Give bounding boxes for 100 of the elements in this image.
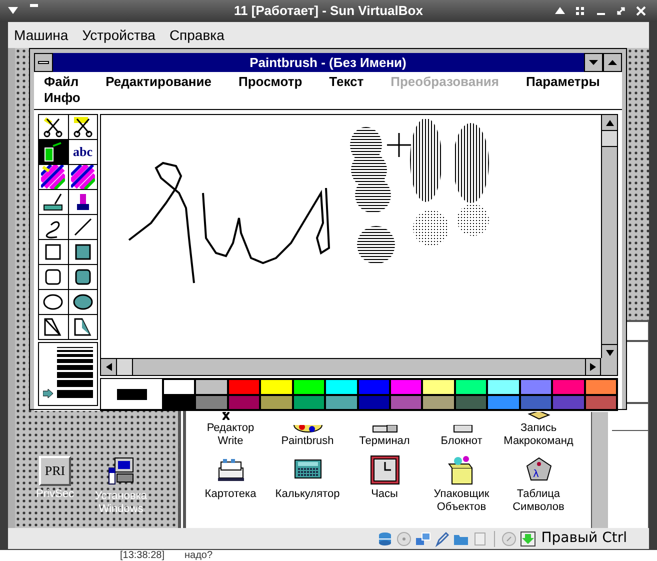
color-swatch[interactable] [487,379,520,394]
menu-item[interactable]: Инфо [44,90,80,106]
color-swatch[interactable] [520,379,552,394]
program-label[interactable]: Запись Макрокоманд [504,422,574,448]
tool-button[interactable]: abc [68,140,97,164]
tool-button[interactable] [39,315,68,339]
tool-button[interactable] [39,165,68,189]
menu-item[interactable]: Параметры [526,74,600,90]
close-icon[interactable] [636,6,646,16]
color-swatch[interactable] [195,394,228,410]
line-width-option[interactable] [43,389,93,398]
menu-item[interactable]: Текст [329,74,364,90]
horizontal-scrollbar[interactable] [101,358,601,375]
menu-item[interactable]: Файл [44,74,79,90]
chat-text: [13:38:28] [120,550,164,561]
color-swatch[interactable] [422,379,455,394]
tool-button[interactable] [39,290,68,314]
program-label[interactable]: Часы [350,488,420,501]
color-swatch[interactable] [325,379,358,394]
color-swatch[interactable] [390,394,422,410]
tool-button[interactable] [68,290,97,314]
eraser-tool-icon [70,165,95,189]
color-swatch[interactable] [358,379,390,394]
paint-program-icon[interactable] [292,425,324,433]
menu-item[interactable]: Редактирование [106,74,212,90]
down-arrow-icon [606,350,614,356]
scroll-right-button[interactable] [585,359,601,375]
tool-button[interactable] [39,115,68,139]
color-swatch[interactable] [584,394,617,410]
color-swatch[interactable] [487,394,520,410]
window-title: 11 [Работает] - Sun VirtualBox [234,2,423,20]
vertical-scrollbar[interactable] [601,115,617,360]
network-icon[interactable] [415,530,432,546]
tool-button[interactable] [39,190,68,214]
pen-icon[interactable] [434,530,450,546]
dropdown-icon[interactable] [8,7,18,15]
program-label[interactable]: Paintbrush [272,435,342,448]
tool-button[interactable] [68,165,97,189]
program-label[interactable]: Калькулятор [272,488,342,501]
tool-button[interactable] [68,115,97,139]
minimize-button[interactable] [584,53,603,72]
tool-button[interactable] [68,240,97,264]
menu-item[interactable]: Просмотр [238,74,302,90]
up-arrow-icon[interactable] [555,6,565,16]
color-swatch[interactable] [163,394,196,410]
tool-button[interactable] [39,215,68,239]
color-eraser-tool-icon [41,165,66,189]
color-swatch[interactable] [422,394,455,410]
chat-text: надо? [184,550,213,561]
color-swatch[interactable] [325,394,358,410]
foreground-color [116,389,146,400]
color-swatch[interactable] [163,379,196,394]
app-icon[interactable]: PRI [39,456,71,486]
program-label[interactable]: Терминал [350,435,420,448]
scroll-thumb[interactable] [117,359,133,375]
color-swatch[interactable] [292,394,326,410]
color-swatch[interactable] [390,379,422,394]
left-arrow-icon [106,363,112,371]
color-swatch[interactable] [552,379,585,394]
download-arrow-icon[interactable] [520,530,536,546]
menu-item[interactable]: Устройства [82,24,156,46]
grid-icon[interactable] [575,6,585,16]
program-label[interactable]: Картотека [196,488,266,501]
color-swatch[interactable] [584,379,617,394]
color-swatch[interactable] [228,394,260,410]
color-swatch[interactable] [260,394,293,410]
system-menu-button[interactable] [34,53,53,72]
program-label[interactable]: Упаковщик Объектов [426,488,496,514]
tool-button[interactable] [39,265,68,289]
program-label[interactable]: Блокнот [426,435,496,448]
menu-item[interactable]: Машина [14,24,68,46]
color-swatch[interactable] [358,394,390,410]
right-arrow-icon [590,363,596,371]
clock-program-icon[interactable] [368,454,400,486]
color-swatch[interactable] [552,394,585,410]
maximize-icon[interactable] [616,6,626,16]
color-swatch[interactable] [520,394,552,410]
color-swatch[interactable] [260,379,293,394]
tool-button[interactable] [68,215,97,239]
color-swatch[interactable] [454,394,488,410]
up-arrow-icon [608,60,617,65]
color-swatch[interactable] [454,379,488,394]
maximize-button[interactable] [603,53,622,72]
menu-item[interactable]: Справка [169,24,224,46]
color-swatch[interactable] [292,379,326,394]
program-label[interactable]: Редактор Write [196,422,266,448]
disk-stack-icon[interactable] [377,530,394,546]
tool-button[interactable] [68,190,97,214]
tool-button[interactable] [39,240,68,264]
color-swatch[interactable] [195,379,228,394]
scroll-thumb[interactable] [602,131,617,147]
tool-button[interactable] [68,315,97,339]
tool-button[interactable] [68,265,97,289]
program-label[interactable]: Таблица Символов [504,488,574,514]
up-arrow-icon [606,120,614,126]
down-arrow-icon [589,60,598,65]
color-swatch[interactable] [228,379,260,394]
host-key-label: Правый Ctrl [541,529,627,548]
crosshair-cursor-icon [387,133,411,157]
vertical-scrollbar[interactable] [591,412,608,529]
